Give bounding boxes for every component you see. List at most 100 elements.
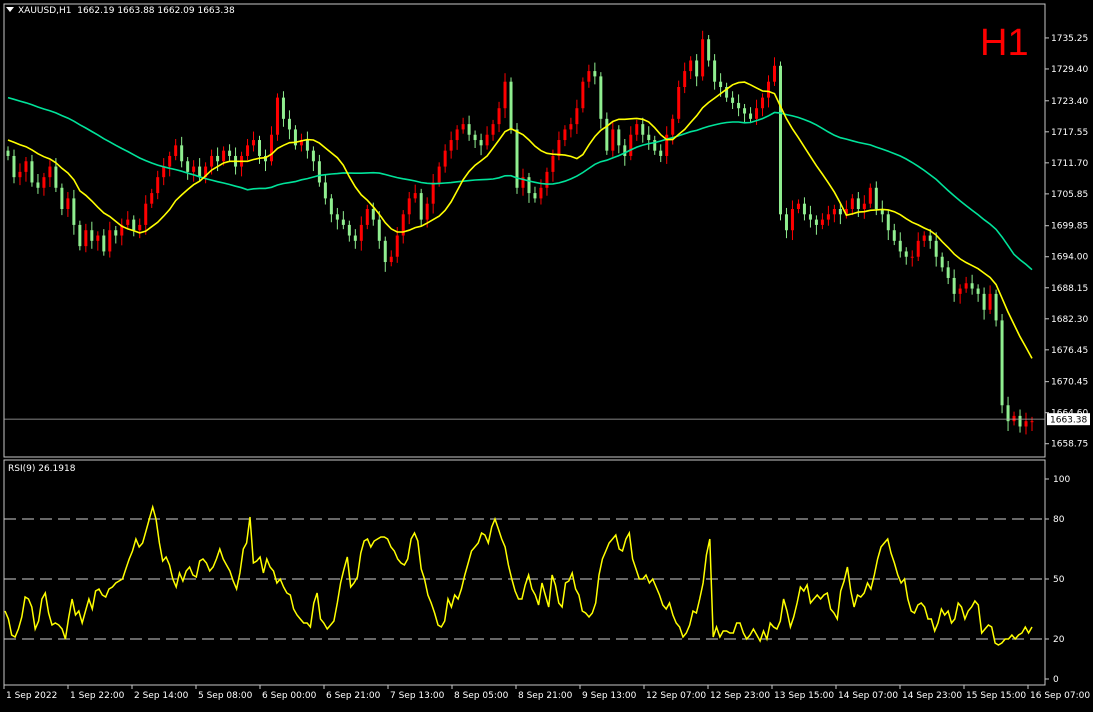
- rsi-header: RSI(9) 26.1918: [8, 464, 76, 474]
- candle-body: [587, 71, 591, 82]
- chart-container: 1735.25 1729.40 1723.40 1717.55 1711.70 1705.…: [0, 0, 1093, 708]
- time-tick-label: 2 Sep 14:00: [134, 691, 189, 701]
- candle-body: [701, 39, 705, 77]
- candle-body: [36, 182, 40, 188]
- candle-body: [832, 209, 836, 215]
- candle-body: [826, 214, 830, 220]
- candle-body: [275, 97, 279, 135]
- time-tick-label: 1 Sep 2022: [6, 691, 57, 701]
- candle-body: [413, 193, 417, 199]
- candle-body: [192, 166, 196, 172]
- candle-body: [371, 209, 375, 220]
- time-tick-label: 15 Sep 15:00: [966, 691, 1026, 701]
- candle-body: [1012, 415, 1016, 422]
- time-tick-label: 12 Sep 23:00: [710, 691, 770, 701]
- time-tick-label: 8 Sep 21:00: [518, 691, 573, 701]
- candle-body: [922, 235, 926, 241]
- candle-body: [509, 81, 513, 130]
- candle-body: [90, 230, 94, 241]
- candle-body: [533, 193, 537, 199]
- time-tick-label: 7 Sep 13:00: [390, 691, 445, 701]
- candle-body: [581, 81, 585, 109]
- price-tick-label: 1723.40: [1051, 97, 1088, 107]
- candle-body: [114, 230, 118, 236]
- candle-body: [60, 187, 64, 209]
- candle-body: [138, 224, 142, 231]
- candle-body: [42, 177, 46, 188]
- candle-body: [767, 81, 771, 98]
- candle-body: [305, 140, 309, 151]
- price-panel-frame: [3, 3, 1046, 458]
- candle-body: [557, 140, 561, 156]
- candle-body: [102, 235, 106, 252]
- candle-body: [928, 235, 932, 241]
- time-tick-label: 13 Sep 15:00: [774, 691, 834, 701]
- symbol-label: XAUUSD,H1: [18, 6, 72, 16]
- candle-body: [126, 219, 130, 225]
- candle-body: [916, 240, 920, 257]
- price-tick-label: 1670.45: [1051, 378, 1088, 388]
- candle-body: [814, 219, 818, 225]
- candle-body: [629, 134, 633, 156]
- candle-body: [593, 71, 597, 77]
- candle-body: [539, 187, 543, 199]
- price-tick-label: 1658.75: [1051, 440, 1088, 450]
- candle-body: [778, 65, 782, 215]
- time-tick-label: 9 Sep 13:00: [582, 691, 637, 701]
- price-tick-label: 1699.85: [1051, 222, 1088, 232]
- candle-body: [886, 214, 890, 231]
- price-tick-label: 1705.85: [1051, 190, 1088, 200]
- rsi-tick-label: 0: [1053, 675, 1059, 685]
- candle-body: [856, 198, 860, 209]
- candle-body: [731, 97, 735, 103]
- candle-body: [96, 235, 100, 241]
- symbol-header[interactable]: XAUUSD,H1 1662.19 1663.88 1662.09 1663.3…: [6, 6, 235, 16]
- candle-body: [749, 113, 753, 119]
- candle-body: [874, 187, 878, 209]
- candle-body: [802, 203, 806, 215]
- candle-body: [1000, 320, 1004, 406]
- time-tick-label: 6 Sep 21:00: [326, 691, 381, 701]
- candle-body: [335, 214, 339, 220]
- candle-body: [623, 145, 627, 156]
- candle-body: [677, 87, 681, 119]
- candle-body: [641, 124, 645, 135]
- ma-slow-line: [7, 96, 1033, 271]
- candle-body: [132, 219, 136, 231]
- candle-body: [228, 150, 232, 156]
- candle-body: [719, 81, 723, 87]
- ma-fast-line: [7, 81, 1033, 359]
- candle-body: [246, 145, 250, 156]
- candle-body: [737, 102, 741, 109]
- candle-body: [431, 182, 435, 204]
- candle-body: [443, 150, 447, 167]
- candle-body: [54, 166, 58, 188]
- candle-body: [599, 76, 603, 119]
- candle-body: [689, 60, 693, 72]
- candle-body: [311, 150, 315, 162]
- candle-body: [707, 39, 711, 61]
- time-tick-label: 8 Sep 05:00: [454, 691, 509, 701]
- candle-body: [162, 166, 166, 178]
- rsi-line: [4, 504, 1033, 646]
- candle-body: [605, 118, 609, 151]
- dropdown-triangle-icon[interactable]: [6, 7, 14, 12]
- candle-body: [1024, 421, 1028, 427]
- candle-body: [862, 203, 866, 209]
- candle-body: [790, 209, 794, 231]
- candle-body: [527, 177, 531, 194]
- candle-body: [281, 97, 285, 119]
- candle-body: [180, 145, 184, 162]
- rsi-tick-label: 80: [1053, 515, 1065, 525]
- candle-body: [713, 60, 717, 82]
- price-tick-label: 1682.30: [1051, 315, 1088, 325]
- time-tick-label: 1 Sep 22:00: [70, 691, 125, 701]
- candle-body: [755, 108, 759, 119]
- candles-group: [6, 30, 1034, 435]
- candle-body: [545, 171, 549, 188]
- candle-body: [850, 198, 854, 209]
- candle-body: [485, 134, 489, 146]
- candle-body: [647, 134, 651, 141]
- candle-body: [611, 129, 615, 151]
- candle-body: [563, 129, 567, 141]
